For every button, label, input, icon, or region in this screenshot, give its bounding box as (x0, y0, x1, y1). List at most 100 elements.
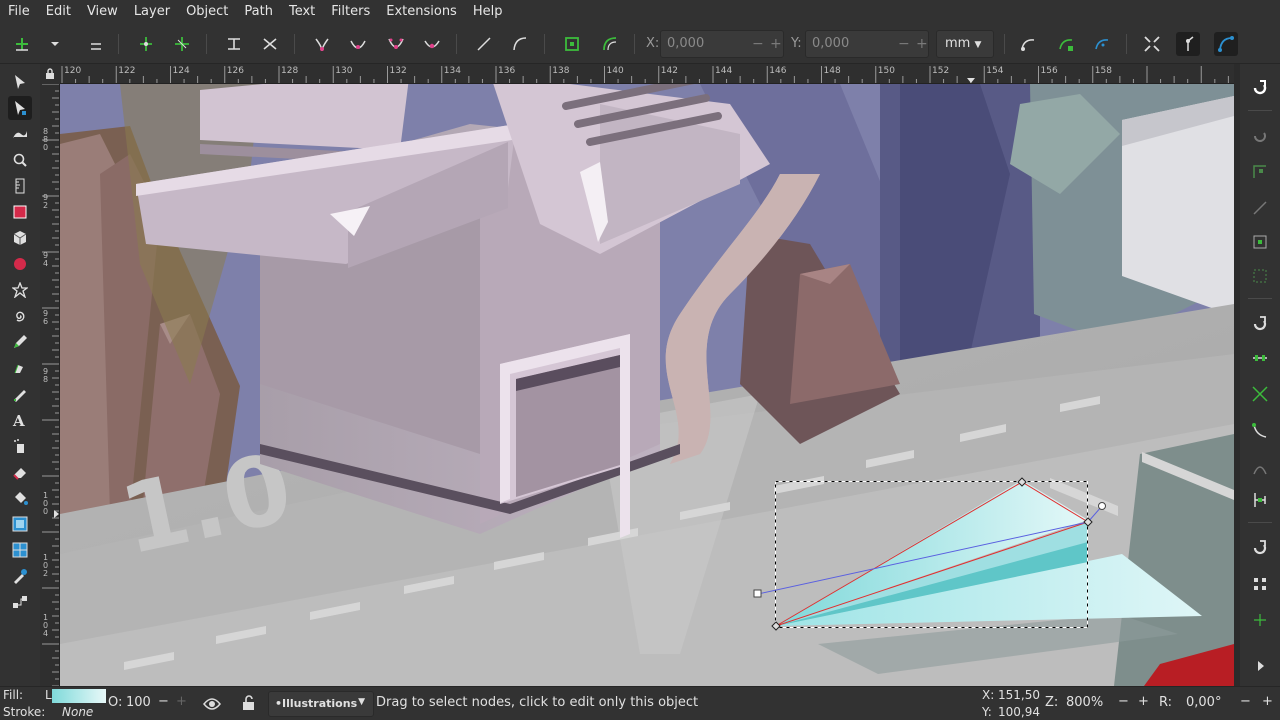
dropper-tool-icon[interactable] (8, 564, 32, 588)
show-path-outline-icon[interactable] (1214, 32, 1238, 56)
show-handles-icon[interactable] (1176, 32, 1200, 56)
zoom-in-button[interactable]: + (1138, 694, 1149, 709)
unit-select[interactable]: mm ▼ (936, 30, 994, 58)
insert-node-icon[interactable] (10, 32, 34, 56)
menu-text[interactable]: Text (281, 0, 323, 24)
vertical-ruler[interactable]: 88092949698100102104 (40, 84, 60, 686)
ruler-label: 124 (172, 66, 190, 76)
insert-node-dropdown-icon[interactable] (46, 32, 64, 56)
menu-help[interactable]: Help (465, 0, 511, 24)
cursor-y-label: Y: (982, 705, 992, 719)
handle-square[interactable] (753, 589, 762, 598)
spray-tool-icon[interactable] (8, 434, 32, 458)
show-transform-handles-icon[interactable] (1090, 32, 1114, 56)
pen-tool-icon[interactable] (8, 356, 32, 380)
join-nodes-icon[interactable] (134, 32, 158, 56)
join-segment-icon[interactable] (222, 32, 246, 56)
node-tool-icon[interactable] (8, 96, 32, 120)
delete-segment-icon[interactable] (258, 32, 282, 56)
show-bbox-icon[interactable] (1140, 32, 1164, 56)
snap-cusp-nodes-icon[interactable] (1248, 418, 1272, 442)
snap-bbox-center-icon[interactable] (1248, 264, 1272, 288)
make-curve-icon[interactable] (508, 32, 532, 56)
edit-mask-icon[interactable] (1054, 32, 1078, 56)
calligraphy-tool-icon[interactable] (8, 382, 32, 406)
cusp-node-icon[interactable] (310, 32, 334, 56)
symmetric-node-icon[interactable] (384, 32, 408, 56)
canvas[interactable]: 1.0 (60, 84, 1234, 686)
snap-nodes-icon[interactable] (1248, 312, 1272, 336)
snap-toggle-icon[interactable] (1248, 76, 1272, 100)
menu-file[interactable]: File (0, 0, 38, 24)
opacity-input[interactable]: 100 (126, 695, 151, 710)
stroke-value[interactable]: None (62, 705, 93, 719)
snap-path-icon[interactable] (1248, 346, 1272, 370)
snap-smooth-nodes-icon[interactable] (1248, 456, 1272, 480)
spiral-tool-icon[interactable] (8, 304, 32, 328)
horizontal-ruler[interactable]: 120 122 124 126 128 130 132 134 136 138 140 142 144 1… (60, 64, 1234, 84)
layer-visibility-eye-icon[interactable] (202, 695, 222, 713)
selector-tool-icon[interactable] (8, 70, 32, 94)
object-to-path-icon[interactable] (560, 32, 584, 56)
tweak-tool-icon[interactable] (8, 122, 32, 146)
ellipse-tool-icon[interactable] (8, 252, 32, 276)
snap-bbox-corner-icon[interactable] (1248, 196, 1272, 220)
layer-lock-icon[interactable] (240, 694, 258, 712)
delete-node-icon[interactable] (84, 32, 108, 56)
x-decrement-button[interactable]: − (752, 36, 764, 52)
star-tool-icon[interactable] (8, 278, 32, 302)
zoom-tool-icon[interactable] (8, 148, 32, 172)
opacity-increment-button[interactable]: + (176, 694, 187, 709)
measure-tool-icon[interactable] (8, 174, 32, 198)
opacity-decrement-button[interactable]: − (158, 694, 169, 709)
gradient-tool-icon[interactable] (8, 512, 32, 536)
menu-edit[interactable]: Edit (38, 0, 79, 24)
ruler-lock-icon[interactable] (40, 64, 60, 84)
node-tool-controls: X: 0,000 − + Y: 0,000 − + mm ▼ (0, 24, 1280, 64)
bucket-tool-icon[interactable] (8, 486, 32, 510)
rectangle-tool-icon[interactable] (8, 200, 32, 224)
snap-bbox-edge-icon[interactable] (1248, 160, 1272, 184)
box3d-tool-icon[interactable] (8, 226, 32, 250)
snap-bbox-icon[interactable] (1248, 124, 1272, 148)
fill-swatch[interactable] (52, 689, 106, 703)
handle-circle[interactable] (1098, 502, 1106, 510)
y-increment-button[interactable]: + (916, 36, 928, 52)
menu-filters[interactable]: Filters (323, 0, 378, 24)
break-nodes-icon[interactable] (170, 32, 194, 56)
make-line-icon[interactable] (472, 32, 496, 56)
edit-clip-path-icon[interactable] (1016, 32, 1040, 56)
snap-midpoints-icon[interactable] (1248, 488, 1272, 512)
smooth-node-icon[interactable] (346, 32, 370, 56)
menu-object[interactable]: Object (178, 0, 236, 24)
stroke-to-path-icon[interactable] (598, 32, 622, 56)
zoom-input[interactable]: 800% (1066, 695, 1103, 710)
current-layer-select[interactable]: •Illustrations ▼ (268, 691, 374, 717)
snap-object-midpoint-icon[interactable] (1248, 572, 1272, 596)
menu-extensions[interactable]: Extensions (378, 0, 465, 24)
rotation-increment-button[interactable]: + (1262, 694, 1273, 709)
snap-others-icon[interactable] (1248, 536, 1272, 560)
x-increment-button[interactable]: + (770, 36, 782, 52)
auto-smooth-node-icon[interactable] (420, 32, 444, 56)
menu-view[interactable]: View (79, 0, 126, 24)
snap-bbox-midpoint-icon[interactable] (1248, 230, 1272, 254)
eraser-tool-icon[interactable] (8, 460, 32, 484)
snap-rotation-center-icon[interactable] (1248, 608, 1272, 632)
text-tool-icon[interactable]: A (8, 408, 32, 432)
connector-tool-icon[interactable] (8, 590, 32, 614)
snap-path-intersection-icon[interactable] (1248, 382, 1272, 406)
y-coordinate-input[interactable]: 0,000 (805, 30, 929, 58)
x-coordinate-input[interactable]: 0,000 (660, 30, 784, 58)
ruler-label: 158 (1094, 66, 1112, 76)
rotation-decrement-button[interactable]: − (1240, 694, 1251, 709)
snap-more-arrow-icon[interactable] (1248, 654, 1272, 678)
menu-layer[interactable]: Layer (126, 0, 178, 24)
menu-path[interactable]: Path (236, 0, 281, 24)
ruler-label: 150 (877, 66, 895, 76)
zoom-out-button[interactable]: − (1118, 694, 1129, 709)
pencil-tool-icon[interactable] (8, 330, 32, 354)
y-decrement-button[interactable]: − (898, 36, 910, 52)
mesh-tool-icon[interactable] (8, 538, 32, 562)
rotation-input[interactable]: 0,00° (1186, 695, 1221, 710)
